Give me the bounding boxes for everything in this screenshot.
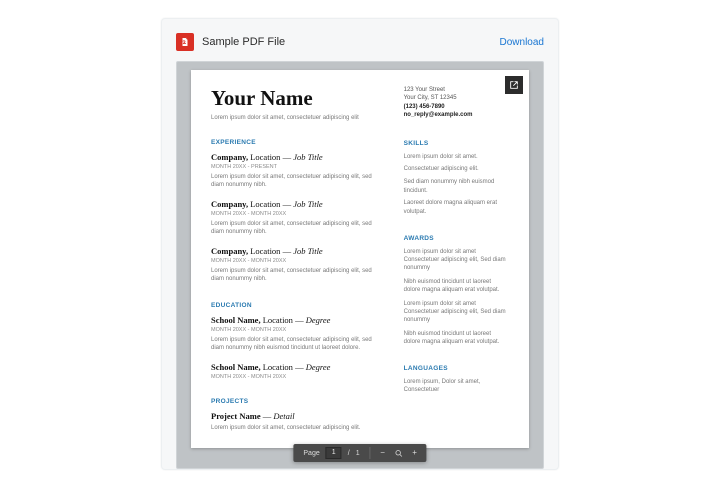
education-dates: MONTH 20XX - MONTH 20XX [211, 327, 380, 333]
file-title: Sample PDF File [202, 36, 285, 48]
awards-line: Lorem ipsum dolor sit amet Consectetuer … [404, 248, 509, 273]
education-heading: School Name, Location — Degree [211, 362, 380, 372]
resume-name: Your Name [211, 86, 380, 111]
zoom-out-button[interactable]: − [375, 445, 391, 461]
education-item: School Name, Location — Degree MONTH 20X… [211, 362, 380, 380]
skills-line: Laoreet dolore magna aliquam erat volutp… [404, 199, 509, 216]
toolbar-separator [370, 447, 371, 459]
section-awards: AWARDS [404, 235, 509, 242]
experience-item: Company, Location — Job Title MONTH 20XX… [211, 199, 380, 236]
experience-heading: Company, Location — Job Title [211, 152, 380, 162]
project-heading: Project Name — Detail [211, 411, 380, 421]
page-columns: Your Name Lorem ipsum dolor sit amet, co… [211, 86, 509, 432]
resume-subtitle: Lorem ipsum dolor sit amet, consectetuer… [211, 115, 380, 121]
experience-dates: MONTH 20XX - MONTH 20XX [211, 258, 380, 264]
zoom-in-button[interactable]: + [407, 445, 423, 461]
experience-body: Lorem ipsum dolor sit amet, consectetuer… [211, 267, 380, 283]
header-left: Sample PDF File [176, 33, 285, 51]
awards-line: Nibh euismod tincidunt ut laoreet dolore… [404, 330, 509, 347]
toolbar-page-total: 1 [356, 450, 366, 457]
experience-item: Company, Location — Job Title MONTH 20XX… [211, 246, 380, 283]
pdf-icon [176, 33, 194, 51]
toolbar-page-input[interactable]: 1 [326, 447, 342, 459]
skills-line: Consectetuer adipiscing elit. [404, 165, 509, 174]
download-link[interactable]: Download [500, 37, 544, 48]
contact-block: 123 Your Street Your City, ST 12345 (123… [404, 86, 509, 120]
left-column: Your Name Lorem ipsum dolor sit amet, co… [211, 86, 380, 432]
education-body: Lorem ipsum dolor sit amet, consectetuer… [211, 336, 380, 352]
experience-heading: Company, Location — Job Title [211, 199, 380, 209]
stage: Sample PDF File Download Your Name Lorem… [0, 0, 720, 500]
awards-line: Lorem ipsum dolor sit amet Consectetuer … [404, 300, 509, 325]
contact-phone: (123) 456-7890 [404, 103, 509, 111]
education-item: School Name, Location — Degree MONTH 20X… [211, 315, 380, 352]
experience-body: Lorem ipsum dolor sit amet, consectetuer… [211, 173, 380, 189]
pdf-page: Your Name Lorem ipsum dolor sit amet, co… [191, 70, 529, 448]
languages-block: Lorem ipsum, Dolor sit amet, Consectetue… [404, 378, 509, 395]
open-external-button[interactable] [505, 76, 523, 94]
toolbar-page-label: Page [297, 450, 325, 457]
awards-line: Nibh euismod tincidunt ut laoreet dolore… [404, 278, 509, 295]
education-dates: MONTH 20XX - MONTH 20XX [211, 374, 380, 380]
right-column: 123 Your Street Your City, ST 12345 (123… [404, 86, 509, 432]
magnifier-icon [394, 449, 403, 458]
experience-item: Company, Location — Job Title MONTH 20XX… [211, 152, 380, 189]
viewer-toolbar: Page 1 / 1 − + [293, 444, 426, 462]
project-item: Project Name — Detail Lorem ipsum dolor … [211, 411, 380, 432]
minus-icon: − [380, 449, 385, 457]
project-body: Lorem ipsum dolor sit amet, consectetuer… [211, 424, 380, 432]
experience-dates: MONTH 20XX - MONTH 20XX [211, 211, 380, 217]
contact-street: 123 Your Street [404, 86, 509, 94]
zoom-reset-button[interactable] [391, 445, 407, 461]
pdf-viewer: Your Name Lorem ipsum dolor sit amet, co… [176, 61, 544, 469]
skills-line: Sed diam nonummy nibh euismod tincidunt. [404, 178, 509, 195]
pdf-card: Sample PDF File Download Your Name Lorem… [161, 18, 559, 470]
experience-dates: MONTH 20XX - PRESENT [211, 164, 380, 170]
plus-icon: + [412, 449, 417, 457]
education-heading: School Name, Location — Degree [211, 315, 380, 325]
experience-body: Lorem ipsum dolor sit amet, consectetuer… [211, 220, 380, 236]
skills-line: Lorem ipsum dolor sit amet. [404, 153, 509, 162]
section-experience: EXPERIENCE [211, 139, 380, 146]
section-skills: SKILLS [404, 140, 509, 147]
skills-block: Lorem ipsum dolor sit amet. Consectetuer… [404, 153, 509, 217]
languages-line: Lorem ipsum, Dolor sit amet, Consectetue… [404, 378, 509, 395]
experience-heading: Company, Location — Job Title [211, 246, 380, 256]
contact-city: Your City, ST 12345 [404, 94, 509, 102]
awards-block: Lorem ipsum dolor sit amet Consectetuer … [404, 248, 509, 347]
section-languages: LANGUAGES [404, 365, 509, 372]
card-header: Sample PDF File Download [176, 31, 544, 53]
contact-email: no_reply@example.com [404, 111, 509, 119]
toolbar-page-sep: / [342, 450, 356, 457]
section-education: EDUCATION [211, 302, 380, 309]
section-projects: PROJECTS [211, 398, 380, 405]
